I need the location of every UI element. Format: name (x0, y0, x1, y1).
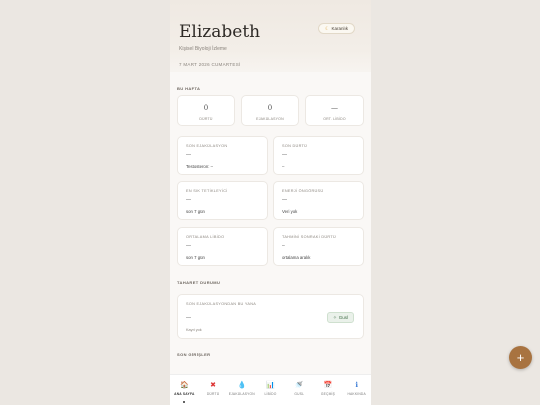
stat-value: 0 (203, 104, 209, 112)
stat-value: 0 (267, 104, 273, 112)
theme-toggle-label: Karanlık (331, 26, 348, 31)
home-icon: 🏠 (180, 382, 189, 389)
nav-label: DÜRTÜ (206, 392, 220, 396)
stat-value: — (331, 104, 338, 112)
card-last-urge[interactable]: SON DÜRTÜ — – (273, 136, 364, 175)
card-subtext: – (282, 164, 285, 169)
card-value: — (186, 152, 191, 158)
nav-item-history[interactable]: 📅 GEÇMİŞ (314, 375, 343, 405)
card-subtext: ortalama aralık (282, 255, 311, 260)
page-title: Elizabeth (179, 22, 261, 42)
card-subtext: Testosteron: – (186, 164, 213, 169)
urge-icon: ✖ (210, 382, 217, 389)
card-subtext: Veri yok (282, 209, 298, 214)
taharet-label: TAHARET DURUMU (177, 280, 221, 285)
card-title: TAHMİNİ SONRAKİ DÜRTÜ (282, 235, 337, 239)
theme-toggle-button[interactable]: ☾ Karanlık (318, 23, 355, 34)
card-average-libido[interactable]: ORTALAMA LİBİDO — son 7 gün (177, 227, 268, 266)
card-subtext: Kayıt yok (186, 328, 202, 332)
card-title: EN SIK TETİKLEYİCİ (186, 189, 228, 193)
recent-entries-label: SON GİRİŞLER (177, 352, 211, 357)
nav-item-home[interactable]: 🏠 ANA SAYFA (170, 375, 199, 405)
nav-label: GEÇMİŞ (320, 392, 336, 396)
add-entry-button[interactable]: + (509, 346, 532, 369)
info-icon: ℹ (355, 382, 358, 389)
nav-item-ejaculation[interactable]: 💧 EJAKÜLASYON (227, 375, 256, 405)
taharet-card: SON EJAKÜLASYONDAN BU YANA — Kayıt yok ✧… (177, 294, 364, 339)
card-value: — (282, 197, 287, 203)
shower-icon: 🚿 (294, 382, 304, 389)
moon-icon: ☾ (325, 25, 330, 32)
stat-card-libido: — ORT. LİBİDO (305, 95, 364, 126)
nav-label: LİBİDO (264, 392, 277, 396)
card-subtext: son 7 gün (186, 255, 205, 260)
date-label: 7 MART 2026 CUMARTESİ (179, 62, 241, 67)
app-screen: Elizabeth Kişisel Biyoloji İzleme 7 MART… (170, 0, 371, 405)
card-title: ORTALAMA LİBİDO (186, 235, 225, 239)
card-value: — (186, 197, 191, 203)
nav-item-about[interactable]: ℹ HAKKINDA (342, 375, 371, 405)
stat-label: ORT. LİBİDO (323, 117, 346, 121)
nav-label: HAKKINDA (347, 392, 366, 396)
nav-item-libido[interactable]: 📊 LİBİDO (256, 375, 285, 405)
stat-label: EJAKÜLASYON (256, 117, 284, 121)
nav-item-gusl[interactable]: 🚿 GUSL (285, 375, 314, 405)
card-last-ejaculation[interactable]: SON EJAKÜLASYON — Testosteron: – (177, 136, 268, 175)
chart-icon: 📊 (266, 382, 275, 389)
bottom-nav: 🏠 ANA SAYFA ✖ DÜRTÜ 💧 EJAKÜLASYON 📊 LİBİ… (170, 374, 371, 405)
calendar-icon: 📅 (323, 382, 333, 389)
card-value: — (282, 152, 287, 158)
stat-card-ejaculation: 0 EJAKÜLASYON (241, 95, 299, 126)
subtitle: Kişisel Biyoloji İzleme (179, 46, 227, 52)
card-subtext: son 7 gün (186, 209, 205, 214)
nav-label: EJAKÜLASYON (228, 392, 255, 396)
card-energy-forecast[interactable]: ENERJİ ÖNGÖRÜSÜ — Veri yok (273, 181, 364, 220)
card-title: ENERJİ ÖNGÖRÜSÜ (282, 189, 324, 193)
gusl-button[interactable]: ✧ Gusl (326, 312, 354, 323)
card-value: — (186, 243, 191, 249)
card-title: SON DÜRTÜ (282, 144, 308, 148)
card-next-urge-estimate[interactable]: TAHMİNİ SONRAKİ DÜRTÜ – ortalama aralık (273, 227, 364, 266)
stat-card-urge: 0 DÜRTÜ (177, 95, 235, 126)
gusl-button-label: Gusl (338, 315, 348, 320)
nav-item-urge[interactable]: ✖ DÜRTÜ (199, 375, 228, 405)
droplet-icon: 💧 (237, 382, 247, 389)
card-title: SON EJAKÜLASYONDAN BU YANA (186, 302, 257, 306)
stat-label: DÜRTÜ (199, 117, 213, 121)
card-value: — (186, 315, 191, 321)
card-title: SON EJAKÜLASYON (186, 144, 228, 148)
header: Elizabeth Kişisel Biyoloji İzleme 7 MART… (170, 0, 371, 72)
card-top-trigger[interactable]: EN SIK TETİKLEYİCİ — son 7 gün (177, 181, 268, 220)
sparkle-icon: ✧ (332, 314, 337, 320)
this-week-label: BU HAFTA (177, 86, 201, 91)
nav-label: ANA SAYFA (174, 392, 195, 396)
active-indicator (183, 401, 186, 403)
nav-label: GUSL (294, 392, 305, 396)
card-value: – (282, 243, 285, 249)
